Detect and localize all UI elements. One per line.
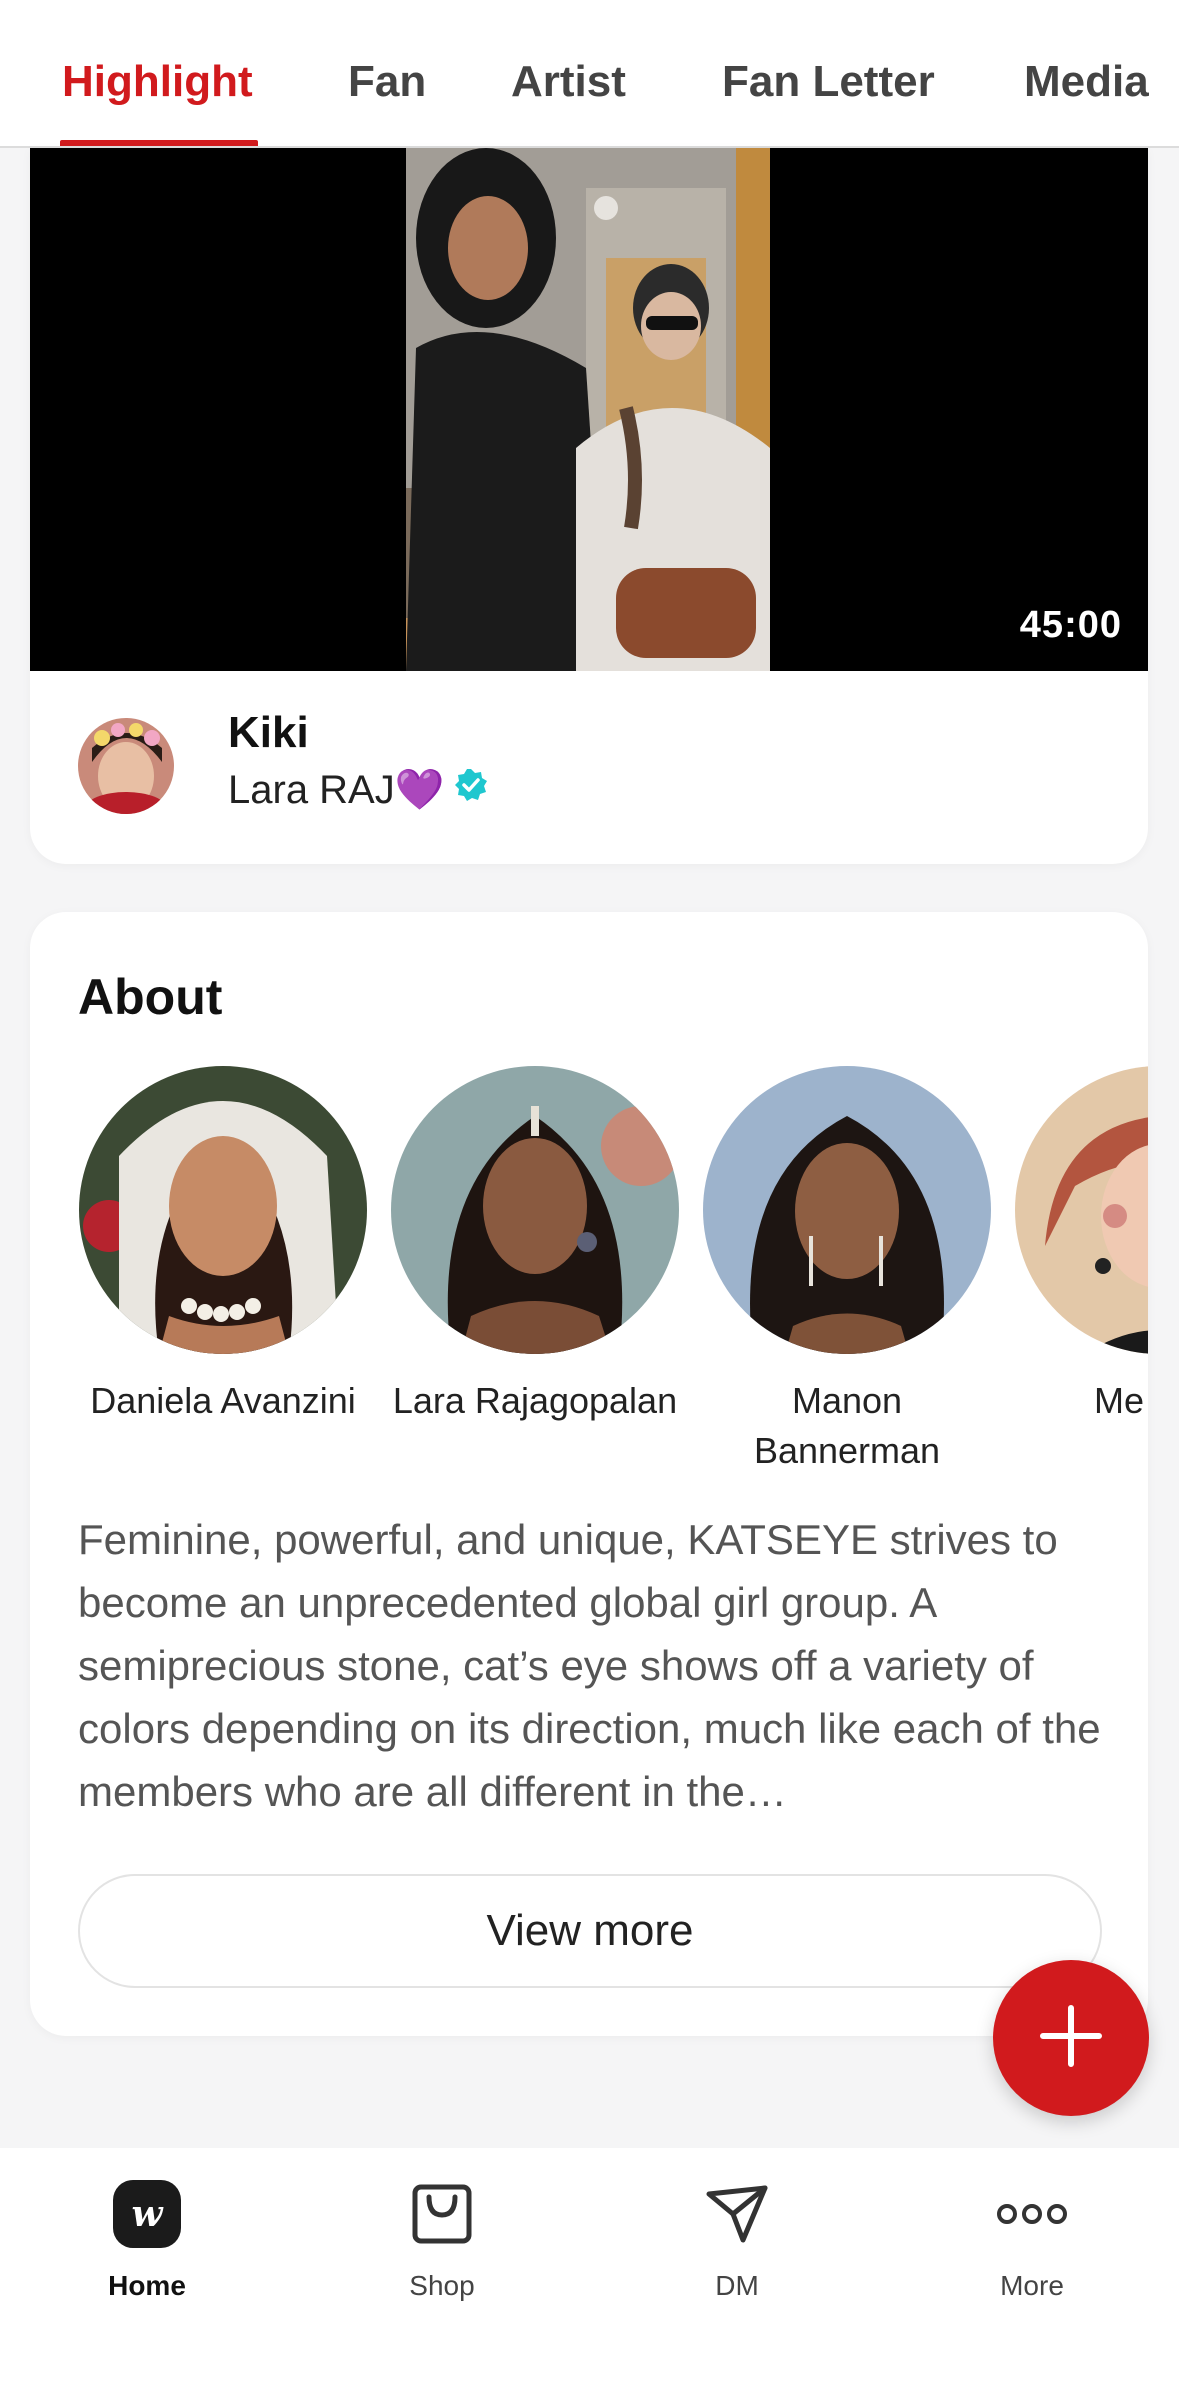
nav-home[interactable]: w Home <box>47 2178 247 2302</box>
member-photo[interactable] <box>79 1066 367 1354</box>
video-duration: 45:00 <box>1019 604 1122 646</box>
member-name: Manon Bannerman <box>753 1380 941 1471</box>
member-photo[interactable] <box>703 1066 991 1354</box>
nav-home-label: Home <box>108 2270 186 2301</box>
active-tab-indicator <box>60 140 258 146</box>
member-photo[interactable] <box>391 1066 679 1354</box>
nav-dm-label: DM <box>715 2270 759 2301</box>
member-name: Me Skie <box>1093 1380 1148 1421</box>
weverse-home-icon: w <box>47 2178 247 2250</box>
tab-fan-letter[interactable]: Fan Letter <box>722 56 935 108</box>
plus-icon <box>1039 2004 1103 2073</box>
poster-subtitle-row: Lara RAJ💜 <box>228 766 489 813</box>
nav-more-label: More <box>1000 2270 1064 2301</box>
member-card[interactable]: Lara Rajagopalan <box>390 1066 680 1426</box>
member-photo[interactable] <box>1015 1066 1148 1354</box>
about-description: Feminine, powerful, and unique, KATSEYE … <box>78 1516 1101 1815</box>
nav-shop-label: Shop <box>409 2270 475 2301</box>
member-name: Lara Rajagopalan <box>392 1380 678 1421</box>
member-card[interactable]: Me Skie <box>1014 1066 1148 1426</box>
video-player[interactable]: 45:00 <box>30 148 1148 671</box>
tab-media[interactable]: Media <box>1024 56 1149 108</box>
view-more-button[interactable]: View more <box>78 1874 1102 1988</box>
top-tab-bar: Highlight Fan Artist Fan Letter Media <box>0 0 1179 148</box>
highlight-video-card[interactable]: 45:00 Kiki Lara RAJ💜 <box>30 148 1148 864</box>
poster-name: Kiki <box>228 708 309 757</box>
avatar[interactable] <box>78 718 174 814</box>
tab-artist[interactable]: Artist <box>511 56 626 108</box>
nav-shop[interactable]: Shop <box>342 2178 542 2302</box>
about-card: About Daniela Avanzini Lara Rajagopalan … <box>30 912 1148 2036</box>
tab-fan[interactable]: Fan <box>348 56 426 108</box>
video-thumbnail <box>406 148 770 671</box>
member-card[interactable]: Manon Bannerman <box>702 1066 992 1476</box>
member-card[interactable]: Daniela Avanzini <box>78 1066 368 1426</box>
paper-plane-icon <box>637 2178 837 2250</box>
more-dots-icon <box>932 2178 1132 2250</box>
svg-text:w: w <box>132 2193 165 2235</box>
verified-badge-icon <box>453 767 489 813</box>
poster-subtitle: Lara RAJ💜 <box>228 768 445 812</box>
member-name: Daniela Avanzini <box>90 1380 356 1421</box>
tab-highlight[interactable]: Highlight <box>62 56 253 108</box>
bottom-navigation: w Home Shop DM More <box>0 2148 1179 2396</box>
shopping-bag-icon <box>342 2178 542 2250</box>
poster-info[interactable]: Kiki Lara RAJ💜 <box>78 708 1078 818</box>
create-post-button[interactable] <box>993 1960 1149 2116</box>
nav-more[interactable]: More <box>932 2178 1132 2302</box>
about-title: About <box>78 969 223 1025</box>
nav-dm[interactable]: DM <box>637 2178 837 2302</box>
